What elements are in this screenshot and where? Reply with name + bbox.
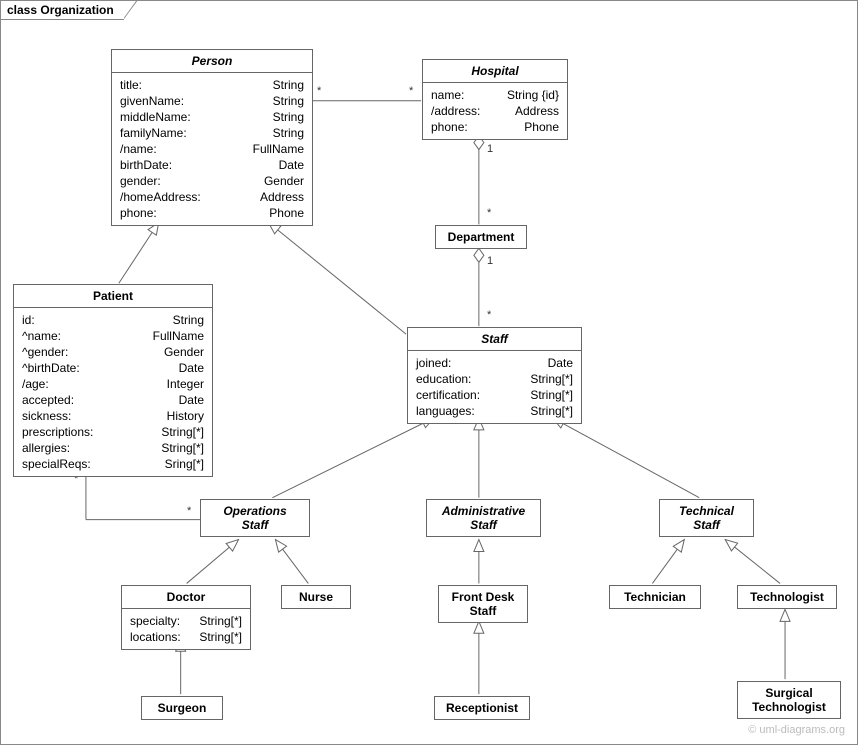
attr-row: givenName:String [120, 93, 304, 109]
attr-row: sickness:History [22, 408, 204, 424]
class-title: Technician [610, 586, 700, 608]
attr-row: ^name:FullName [22, 328, 204, 344]
class-surg-tech: SurgicalTechnologist [737, 681, 841, 719]
mult-hosp-dept-1: 1 [487, 143, 493, 155]
attr-row: phone:Phone [120, 205, 304, 221]
attr-row: ^birthDate:Date [22, 360, 204, 376]
attr-row: /name:FullName [120, 141, 304, 157]
attr-row: allergies:String[*] [22, 440, 204, 456]
attr-row: certification:String[*] [416, 387, 573, 403]
attr-row: id:String [22, 312, 204, 328]
class-surgeon: Surgeon [141, 696, 223, 720]
attr-row: name:String {id} [431, 87, 559, 103]
attr-row: middleName:String [120, 109, 304, 125]
class-title: Patient [14, 285, 212, 307]
mult-patient-ops-b: * [187, 505, 191, 517]
class-hospital: Hospital name:String {id}/address:Addres… [422, 59, 568, 140]
attr-row: phone:Phone [431, 119, 559, 135]
attr-row: specialReqs:Sring[*] [22, 456, 204, 472]
class-title: Surgeon [142, 697, 222, 719]
attr-row: /homeAddress:Address [120, 189, 304, 205]
class-title: Hospital [423, 60, 567, 82]
attr-row: locations:String[*] [130, 629, 242, 645]
watermark: © uml-diagrams.org [748, 724, 845, 736]
class-admin-staff: AdministrativeStaff [426, 499, 541, 537]
mult-person-side: * [317, 85, 321, 97]
attr-row: ^gender:Gender [22, 344, 204, 360]
mult-dept-staff-star: * [487, 309, 491, 321]
class-tech-staff: TechnicalStaff [659, 499, 754, 537]
attr-row: specialty:String[*] [130, 613, 242, 629]
class-title: Staff [408, 328, 581, 350]
class-technologist: Technologist [737, 585, 837, 609]
class-attrs: title:StringgivenName:StringmiddleName:S… [112, 73, 312, 225]
class-title: Doctor [122, 586, 250, 608]
attr-row: prescriptions:String[*] [22, 424, 204, 440]
attr-row: gender:Gender [120, 173, 304, 189]
attr-row: education:String[*] [416, 371, 573, 387]
mult-hospital-side: * [409, 85, 413, 97]
attr-row: title:String [120, 77, 304, 93]
class-title: Technologist [738, 586, 836, 608]
class-attrs: specialty:String[*]locations:String[*] [122, 609, 250, 649]
class-attrs: name:String {id}/address:Addressphone:Ph… [423, 83, 567, 139]
attr-row: familyName:String [120, 125, 304, 141]
class-title: Person [112, 50, 312, 72]
class-nurse: Nurse [281, 585, 351, 609]
class-title: Department [436, 226, 526, 248]
class-title: SurgicalTechnologist [738, 682, 840, 718]
mult-hosp-dept-star: * [487, 207, 491, 219]
attr-row: /age:Integer [22, 376, 204, 392]
class-staff: Staff joined:Dateeducation:String[*]cert… [407, 327, 582, 424]
class-title: AdministrativeStaff [427, 500, 540, 536]
class-title: Front DeskStaff [439, 586, 527, 622]
class-receptionist: Receptionist [434, 696, 530, 720]
class-title: TechnicalStaff [660, 500, 753, 536]
attr-row: languages:String[*] [416, 403, 573, 419]
class-title: Nurse [282, 586, 350, 608]
class-department: Department [435, 225, 527, 249]
mult-dept-staff-1: 1 [487, 255, 493, 267]
class-ops-staff: OperationsStaff [200, 499, 310, 537]
frame-title: class Organization [0, 0, 124, 20]
attr-row: birthDate:Date [120, 157, 304, 173]
class-person: Person title:StringgivenName:Stringmiddl… [111, 49, 313, 226]
class-technician: Technician [609, 585, 701, 609]
class-doctor: Doctor specialty:String[*]locations:Stri… [121, 585, 251, 650]
class-title: OperationsStaff [201, 500, 309, 536]
class-patient: Patient id:String^name:FullName^gender:G… [13, 284, 213, 477]
class-attrs: joined:Dateeducation:String[*]certificat… [408, 351, 581, 423]
class-front-desk: Front DeskStaff [438, 585, 528, 623]
class-title: Receptionist [435, 697, 529, 719]
attr-row: accepted:Date [22, 392, 204, 408]
attr-row: joined:Date [416, 355, 573, 371]
class-attrs: id:String^name:FullName^gender:Gender^bi… [14, 308, 212, 476]
package-frame: class Organization [0, 0, 858, 745]
attr-row: /address:Address [431, 103, 559, 119]
